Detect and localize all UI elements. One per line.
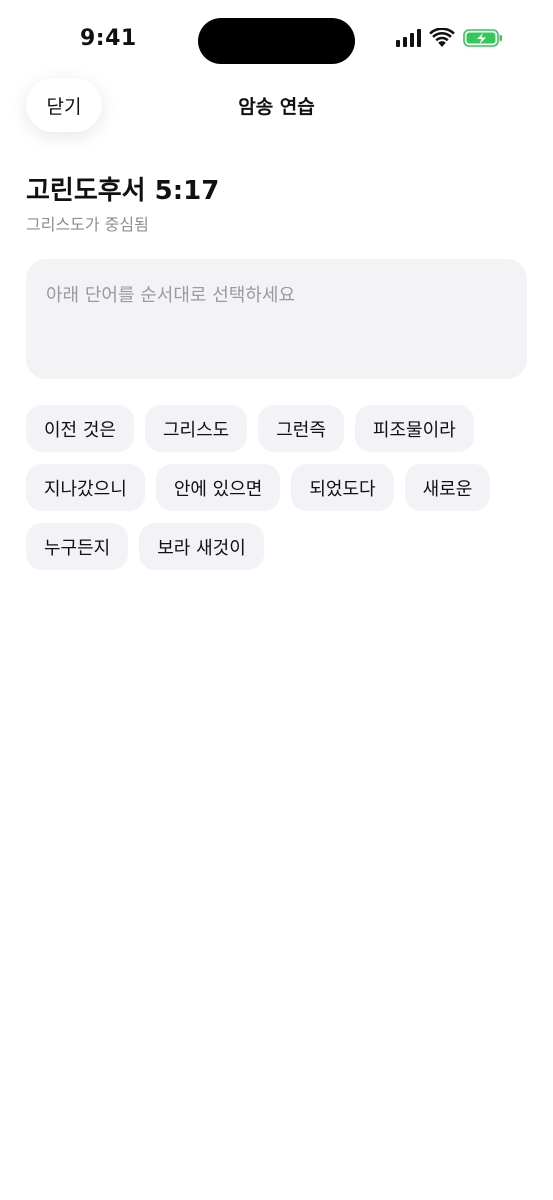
word-chip[interactable]: 이전 것은 xyxy=(26,405,134,452)
word-chip-list: 이전 것은 그리스도 그런즉 피조물이라 지나갔으니 안에 있으면 되었도다 새… xyxy=(26,405,536,570)
status-bar: 9:41 xyxy=(0,0,553,80)
battery-charging-icon xyxy=(463,29,502,47)
dynamic-island xyxy=(198,18,355,64)
word-chip[interactable]: 피조물이라 xyxy=(354,405,474,452)
word-chip[interactable]: 새로운 xyxy=(404,464,491,511)
answer-area[interactable]: 아래 단어를 순서대로 선택하세요 xyxy=(26,259,527,379)
answer-placeholder: 아래 단어를 순서대로 선택하세요 xyxy=(46,285,296,306)
cellular-signal-icon xyxy=(396,29,421,47)
verse-reference: 고린도후서 5:17 xyxy=(26,176,220,206)
word-chip[interactable]: 그런즉 xyxy=(258,405,344,452)
status-icons xyxy=(396,28,503,48)
word-chip[interactable]: 안에 있으면 xyxy=(155,464,281,511)
verse-theme: 그리스도가 중심됨 xyxy=(26,215,149,234)
wifi-icon xyxy=(429,28,455,47)
memorization-practice-screen: 9:41 닫기 암송 연습 고린도후서 5:17 그리스도가 중심됨 아래 단어… xyxy=(0,0,553,1200)
word-chip[interactable]: 보라 새것이 xyxy=(139,523,264,570)
status-time: 9:41 xyxy=(80,26,137,51)
word-chip[interactable]: 지나갔으니 xyxy=(26,464,145,511)
word-chip[interactable]: 그리스도 xyxy=(144,405,248,452)
word-chip[interactable]: 누구든지 xyxy=(26,523,129,570)
page-title: 암송 연습 xyxy=(238,96,315,118)
word-chip[interactable]: 되었도다 xyxy=(291,464,394,511)
